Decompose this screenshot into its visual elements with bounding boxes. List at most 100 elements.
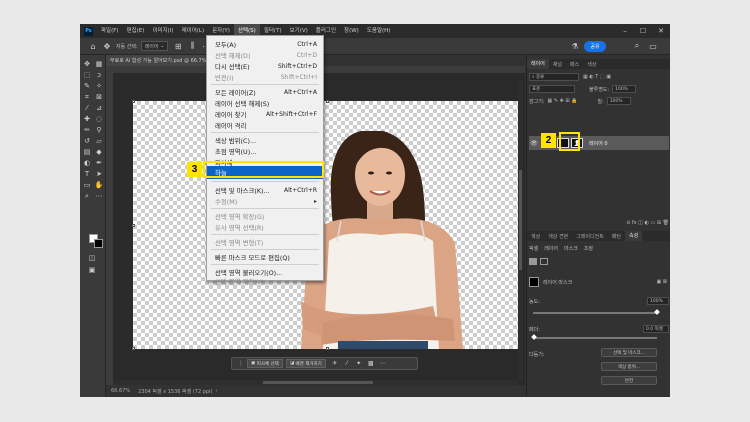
beaker-icon[interactable]: ⚗: [568, 39, 582, 53]
vertical-scroll-thumb[interactable]: [519, 170, 522, 270]
lasso-icon[interactable]: ↄ: [93, 70, 105, 80]
lock-icons[interactable]: ▦ ✎ ✥ ⊞ 🔒: [548, 98, 578, 104]
share-button[interactable]: 공유: [584, 41, 606, 52]
minimize-icon[interactable]: –: [616, 24, 634, 38]
rectangle-icon[interactable]: ▭: [81, 180, 93, 190]
spot-heal-icon[interactable]: ✚: [81, 114, 93, 124]
wand-icon[interactable]: ✦: [353, 359, 365, 368]
workspace-icon[interactable]: ▭: [646, 39, 660, 53]
menu-window[interactable]: 창(W): [340, 24, 363, 38]
zoom-icon[interactable]: ⌕: [81, 191, 93, 201]
move-icon[interactable]: ✥: [81, 59, 93, 69]
menu-item-modify[interactable]: 수정(M) ▸: [207, 195, 323, 207]
menu-item-inverse[interactable]: 반전(I) Shift+Ctrl+I: [207, 71, 323, 83]
menu-item-transform-selection[interactable]: 선택 영역 변형(T): [207, 236, 323, 248]
eyedropper-icon[interactable]: ⁄: [81, 103, 93, 113]
ruler-icon[interactable]: ⊿: [93, 103, 105, 113]
tab-channels[interactable]: 채널: [549, 61, 566, 68]
pin-icon[interactable]: ✈: [329, 359, 341, 368]
menu-layer[interactable]: 레이어(L): [178, 24, 209, 38]
vector-mask-icon[interactable]: [540, 258, 548, 265]
tab-color-2[interactable]: 색상: [527, 233, 544, 240]
menu-file[interactable]: 파일(F): [97, 24, 123, 38]
brush-adjust-icon[interactable]: ⁄: [341, 359, 353, 368]
zoom-level[interactable]: 66.67%: [111, 388, 130, 394]
align-icon[interactable]: ⫼: [185, 39, 199, 53]
image-icon[interactable]: ▩: [365, 359, 377, 368]
density-slider[interactable]: [533, 312, 657, 314]
background-color-swatch[interactable]: [94, 239, 103, 248]
feather-field[interactable]: 0.0 픽셀: [643, 325, 669, 333]
subtab-mask[interactable]: 마스크: [564, 245, 578, 252]
pixel-mask-icon[interactable]: [529, 258, 537, 265]
more-tools-icon[interactable]: ⋯: [93, 191, 105, 201]
blend-mode-dropdown[interactable]: 표준: [529, 85, 575, 93]
mask-action-icons[interactable]: ▣ ⊠: [656, 279, 667, 285]
more-options-icon[interactable]: ⋯: [377, 359, 389, 368]
transform-handle[interactable]: [132, 224, 135, 227]
hand-icon[interactable]: ✋: [93, 180, 105, 190]
tab-swatches[interactable]: 색상 견본: [544, 233, 572, 240]
transform-handle[interactable]: [132, 100, 135, 103]
tab-paths[interactable]: 패스: [566, 61, 583, 68]
history-brush-icon[interactable]: ↺: [81, 136, 93, 146]
menu-image[interactable]: 이미지(I): [148, 24, 177, 38]
document-info[interactable]: 2304 픽셀 x 1536 픽셀 (72 ppi): [138, 388, 212, 395]
patch-icon[interactable]: ◌: [93, 114, 105, 124]
eraser-icon[interactable]: ▱: [93, 136, 105, 146]
tab-patterns[interactable]: 패턴: [608, 233, 625, 240]
menu-help[interactable]: 도움말(H): [363, 24, 395, 38]
tab-gradients[interactable]: 그레이디언트: [572, 233, 608, 240]
magic-wand-icon[interactable]: ✧: [93, 81, 105, 91]
menu-item-isolate-layers[interactable]: 레이어 격리: [207, 119, 323, 131]
tab-layers[interactable]: 레이어: [527, 59, 549, 69]
vertical-scrollbar[interactable]: [518, 80, 523, 380]
search-icon[interactable]: ⌕: [630, 39, 644, 53]
menu-item-save-selection[interactable]: 선택 영역 저장(V)...: [207, 277, 323, 286]
stamp-icon[interactable]: ⚲: [93, 125, 105, 135]
close-icon[interactable]: ✕: [652, 24, 670, 38]
pen-icon[interactable]: ✒: [93, 158, 105, 168]
quick-mask-icon[interactable]: ◫: [86, 253, 98, 263]
eye-icon[interactable]: 👁: [529, 140, 539, 147]
density-field[interactable]: 100%: [647, 297, 669, 305]
subtab-layer[interactable]: 레이어: [544, 245, 558, 252]
subtab-pixel[interactable]: 픽셀: [529, 245, 538, 252]
select-subject-button[interactable]: ▣ 피사체 선택: [247, 359, 283, 368]
menu-edit[interactable]: 편집(E): [123, 24, 149, 38]
layer-name[interactable]: 레이어 0: [589, 140, 608, 147]
status-arrow-icon[interactable]: ›: [215, 388, 217, 394]
layers-footer-icons[interactable]: ⊝ fx ◫ ◐ ▭ ⊞ 🗑: [626, 220, 669, 226]
color-range-button[interactable]: 색상 범위...: [601, 362, 657, 371]
menu-item-quick-mask[interactable]: 빠른 마스크 모드로 편집(Q): [207, 251, 323, 263]
remove-background-button[interactable]: ◪ 배경 제거하기: [285, 359, 326, 368]
feather-slider[interactable]: [533, 337, 657, 339]
transform-handle[interactable]: [326, 100, 329, 103]
drag-handle-icon[interactable]: ⋮: [235, 359, 247, 368]
horizontal-scroll-thumb[interactable]: [263, 381, 373, 384]
auto-select-target-dropdown[interactable]: 레이어 ⌄: [140, 41, 169, 51]
transform-handle[interactable]: [326, 347, 329, 350]
screen-mode-icon[interactable]: ▣: [86, 265, 98, 275]
marquee-icon[interactable]: ⬚: [81, 70, 93, 80]
invert-button[interactable]: 반전: [601, 376, 657, 385]
tab-properties[interactable]: 속성: [625, 231, 643, 241]
tab-color[interactable]: 색상: [583, 61, 600, 68]
artboard-icon[interactable]: ▦: [93, 59, 105, 69]
select-and-mask-button[interactable]: 선택 및 마스크...: [601, 348, 657, 357]
subtab-adjust[interactable]: 조정: [584, 245, 593, 252]
brush-icon[interactable]: ✏: [81, 125, 93, 135]
document-canvas[interactable]: [133, 101, 521, 349]
move-tool-icon[interactable]: ✥: [100, 39, 114, 53]
frame-icon[interactable]: ⊠: [93, 92, 105, 102]
layer-kind-filter[interactable]: ⌕ 종류: [529, 73, 579, 81]
filter-icons[interactable]: ▦ ◐ T ⬚ ▣: [583, 74, 611, 80]
menu-item-similar[interactable]: 유사 영역 선택(R): [207, 221, 323, 233]
home-icon[interactable]: ⌂: [86, 39, 100, 53]
dodge-icon[interactable]: ◐: [81, 158, 93, 168]
quick-select-icon[interactable]: ✎: [81, 81, 93, 91]
fill-field[interactable]: 100%: [606, 97, 631, 105]
transform-controls-icon[interactable]: ⊞: [171, 39, 185, 53]
crop-icon[interactable]: ⌗: [81, 92, 93, 102]
type-icon[interactable]: T: [81, 169, 93, 179]
